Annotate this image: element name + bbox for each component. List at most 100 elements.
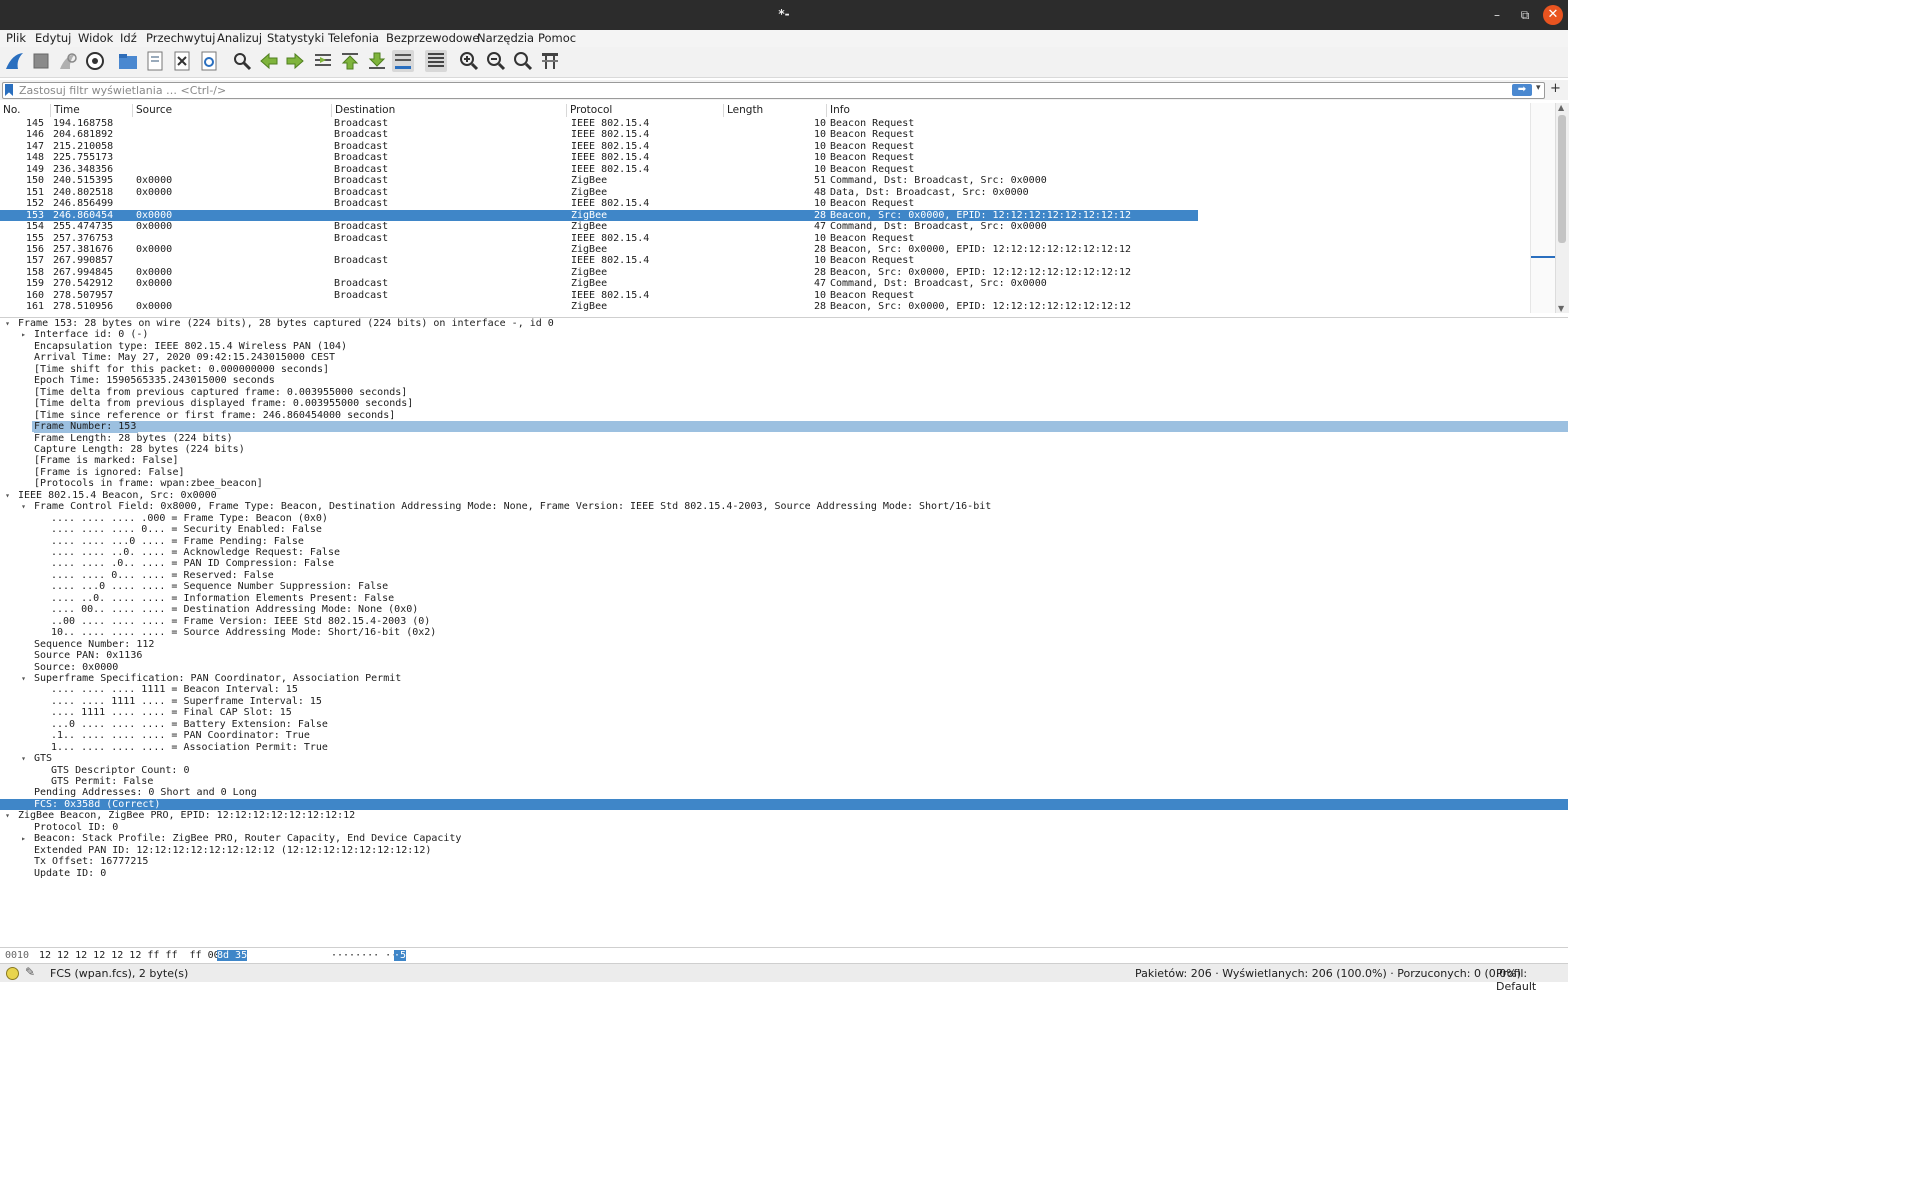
packet-row[interactable]: 148 225.755173 Broadcast IEEE 802.15.4 10 Bea…: [0, 152, 1198, 163]
column-destination[interactable]: Destination: [331, 104, 395, 117]
detail-row[interactable]: ▸ Beacon: Stack Profile: ZigBee PRO, Rout…: [0, 833, 1568, 844]
detail-row[interactable]: ▸ Interface id: 0 (-): [0, 329, 1568, 340]
menu-idz[interactable]: Idź: [120, 31, 137, 45]
detail-row[interactable]: ▾ ZigBee Beacon, ZigBee PRO, EPID: 12:12:…: [0, 810, 1568, 821]
expanded-arrow-icon[interactable]: ▾: [3, 318, 12, 329]
detail-row[interactable]: .... .... 1111 .... = Superframe Interva…: [0, 696, 1568, 707]
packet-row[interactable]: 151 240.802518 0x0000 Broadcast ZigBee 48 Data…: [0, 187, 1198, 198]
last-packet-icon[interactable]: [366, 50, 388, 72]
go-forward-icon[interactable]: [284, 50, 306, 72]
capture-options-icon[interactable]: [84, 50, 106, 72]
detail-row[interactable]: Arrival Time: May 27, 2020 09:42:15.2430…: [0, 352, 1568, 363]
zoom-out-icon[interactable]: [485, 50, 507, 72]
menu-widok[interactable]: Widok: [78, 31, 113, 45]
detail-row[interactable]: Source PAN: 0x1136: [0, 650, 1568, 661]
detail-row[interactable]: .... 1111 .... .... = Final CAP Slot: 15: [0, 707, 1568, 718]
resize-columns-icon[interactable]: [539, 50, 561, 72]
detail-row[interactable]: [Frame is marked: False]: [0, 455, 1568, 466]
detail-row[interactable]: Protocol ID: 0: [0, 822, 1568, 833]
detail-row[interactable]: [Protocols in frame: wpan:zbee_beacon]: [0, 478, 1568, 489]
expanded-arrow-icon[interactable]: ▾: [19, 753, 28, 764]
packet-row[interactable]: 159 270.542912 0x0000 Broadcast ZigBee 47 Comm…: [0, 278, 1198, 289]
column-length[interactable]: Length: [723, 104, 763, 117]
column-source[interactable]: Source: [132, 104, 172, 117]
close-file-icon[interactable]: [171, 50, 193, 72]
packet-row[interactable]: 145 194.168758 Broadcast IEEE 802.15.4 10 Bea…: [0, 118, 1198, 129]
display-filter-input[interactable]: Zastosuj filtr wyświetlania … <Ctrl-/> ➡…: [2, 82, 1545, 99]
minimize-icon[interactable]: –: [1487, 5, 1507, 25]
detail-row[interactable]: Pending Addresses: 0 Short and 0 Long: [0, 787, 1568, 798]
scroll-thumb[interactable]: [1558, 115, 1566, 243]
detail-row[interactable]: GTS Descriptor Count: 0: [0, 765, 1568, 776]
stop-icon[interactable]: [30, 50, 52, 72]
edit-comment-icon[interactable]: ✎: [25, 965, 35, 979]
detail-row[interactable]: ▾ Superframe Specification: PAN Coordinat…: [0, 673, 1568, 684]
chevron-down-icon[interactable]: ▾: [1536, 83, 1541, 93]
menu-narzedzia[interactable]: Narzędzia: [477, 31, 534, 45]
autoscroll-icon[interactable]: [392, 50, 414, 72]
menu-bezprzewodowe[interactable]: Bezprzewodowe: [386, 31, 479, 45]
packet-row[interactable]: 155 257.376753 Broadcast IEEE 802.15.4 10 Bea…: [0, 233, 1198, 244]
detail-row[interactable]: Sequence Number: 112: [0, 639, 1568, 650]
detail-row[interactable]: Source: 0x0000: [0, 662, 1568, 673]
menu-plik[interactable]: Plik: [6, 31, 26, 45]
zoom-in-icon[interactable]: [458, 50, 480, 72]
colorize-icon[interactable]: [425, 50, 447, 72]
bytes-hex[interactable]: 12 12 12 12 12 12 ff ff ff 00: [39, 950, 220, 961]
expert-info-icon[interactable]: [6, 967, 19, 980]
detail-row[interactable]: .... 00.. .... .... = Destination Addres…: [0, 604, 1568, 615]
detail-row[interactable]: .... .... .... .000 = Frame Type: Beacon…: [0, 513, 1568, 524]
menu-analizuj[interactable]: Analizuj: [217, 31, 262, 45]
packet-row[interactable]: 160 278.507957 Broadcast IEEE 802.15.4 10 Bea…: [0, 290, 1198, 301]
zoom-normal-icon[interactable]: [512, 50, 534, 72]
menu-telefonia[interactable]: Telefonia: [328, 31, 379, 45]
detail-row[interactable]: ..00 .... .... .... = Frame Version: IEE…: [0, 616, 1568, 627]
detail-row[interactable]: .... ..0. .... .... = Information Elemen…: [0, 593, 1568, 604]
packet-list-scrollbar[interactable]: ▲ ▼: [1555, 103, 1569, 313]
first-packet-icon[interactable]: [339, 50, 361, 72]
packet-row[interactable]: 153 246.860454 0x0000 ZigBee 28 Beacon, Src: …: [0, 209, 1198, 222]
detail-row[interactable]: [Time shift for this packet: 0.000000000…: [0, 364, 1568, 375]
detail-row[interactable]: 10.. .... .... .... = Source Addressing …: [0, 627, 1568, 638]
detail-row[interactable]: [Frame is ignored: False]: [0, 467, 1568, 478]
detail-row[interactable]: 1... .... .... .... = Association Permit…: [0, 742, 1568, 753]
detail-row[interactable]: ▾ Frame Control Field: 0x8000, Frame Type…: [0, 501, 1568, 512]
detail-row[interactable]: .... .... ...0 .... = Frame Pending: Fal…: [0, 536, 1568, 547]
detail-row[interactable]: .... .... ..0. .... = Acknowledge Reques…: [0, 547, 1568, 558]
detail-row[interactable]: Epoch Time: 1590565335.243015000 seconds: [0, 375, 1568, 386]
detail-row[interactable]: ...0 .... .... .... = Battery Extension:…: [0, 719, 1568, 730]
detail-row[interactable]: FCS: 0x358d (Correct): [0, 798, 1568, 811]
collapsed-arrow-icon[interactable]: ▸: [19, 329, 28, 340]
packet-row[interactable]: 147 215.210058 Broadcast IEEE 802.15.4 10 Bea…: [0, 141, 1198, 152]
save-file-icon[interactable]: [144, 50, 166, 72]
packet-row[interactable]: 156 257.381676 0x0000 ZigBee 28 Beacon, Src: …: [0, 244, 1198, 255]
menu-pomoc[interactable]: Pomoc: [538, 31, 576, 45]
detail-row[interactable]: .... ...0 .... .... = Sequence Number Su…: [0, 581, 1568, 592]
menu-przechwytuj[interactable]: Przechwytuj: [146, 31, 215, 45]
column-no[interactable]: No.: [0, 104, 20, 117]
column-protocol[interactable]: Protocol: [566, 104, 612, 117]
detail-row[interactable]: Encapsulation type: IEEE 802.15.4 Wirele…: [0, 341, 1568, 352]
restart-capture-icon[interactable]: [57, 50, 79, 72]
column-info[interactable]: Info: [826, 104, 850, 117]
go-to-packet-icon[interactable]: [312, 50, 334, 72]
maximize-icon[interactable]: ⧉: [1515, 5, 1535, 25]
detail-row[interactable]: .1.. .... .... .... = PAN Coordinator: T…: [0, 730, 1568, 741]
add-filter-button[interactable]: +: [1550, 81, 1561, 96]
column-time[interactable]: Time: [50, 104, 80, 117]
bookmark-icon[interactable]: [5, 84, 13, 96]
packet-row[interactable]: 161 278.510956 0x0000 ZigBee 28 Beacon, Src: …: [0, 301, 1198, 312]
close-icon[interactable]: ✕: [1543, 5, 1563, 25]
packet-list-minimap[interactable]: [1530, 103, 1556, 313]
detail-row[interactable]: .... .... .... 0... = Security Enabled: …: [0, 524, 1568, 535]
menu-edytuj[interactable]: Edytuj: [35, 31, 71, 45]
detail-row[interactable]: [Time delta from previous captured frame…: [0, 387, 1568, 398]
expanded-arrow-icon[interactable]: ▾: [19, 501, 28, 512]
detail-row[interactable]: Update ID: 0: [0, 868, 1568, 879]
detail-row[interactable]: .... .... 0... .... = Reserved: False: [0, 570, 1568, 581]
detail-row[interactable]: [Time delta from previous displayed fram…: [0, 398, 1568, 409]
detail-row[interactable]: [Time since reference or first frame: 24…: [0, 410, 1568, 421]
detail-row[interactable]: .... .... .0.. .... = PAN ID Compression…: [0, 558, 1568, 569]
packet-bytes-pane[interactable]: 0010 12 12 12 12 12 12 ff ff ff 00 8d 35…: [0, 947, 1568, 964]
packet-row[interactable]: 149 236.348356 Broadcast IEEE 802.15.4 10 Bea…: [0, 164, 1198, 175]
